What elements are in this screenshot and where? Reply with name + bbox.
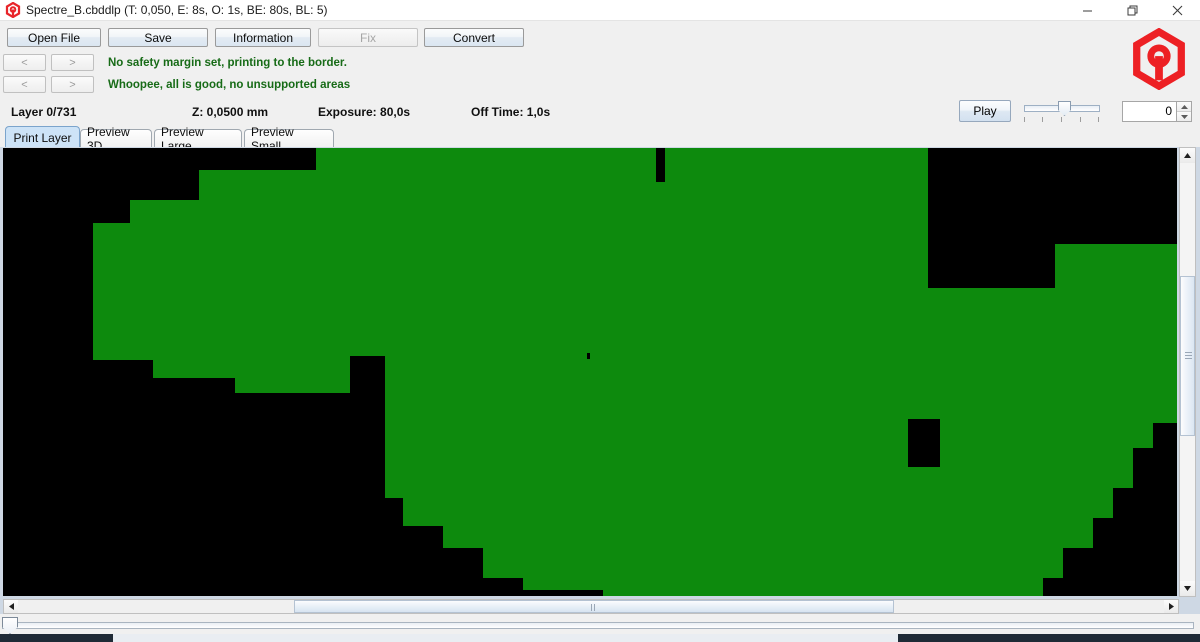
toolbar: Open File Save Information Fix Convert <… xyxy=(0,21,1200,99)
arrow-down-icon xyxy=(1184,586,1191,591)
restore-icon xyxy=(1127,5,1138,15)
layer-indicator: Layer 0/731 xyxy=(11,105,77,119)
next-issue-button[interactable]: > xyxy=(51,54,94,71)
scrollbar-grip-icon xyxy=(591,604,597,611)
spinner-up-button[interactable] xyxy=(1177,102,1191,112)
window-controls xyxy=(1065,0,1200,20)
previous-issue-button[interactable]: < xyxy=(3,54,46,71)
horizontal-scrollbar-thumb[interactable] xyxy=(294,600,894,613)
os-taskbar xyxy=(0,634,1200,642)
layer-position-slider-thumb[interactable] xyxy=(2,617,18,634)
arrow-right-icon xyxy=(1168,603,1174,610)
save-button[interactable]: Save xyxy=(108,28,208,47)
layer-canvas[interactable] xyxy=(3,148,1177,596)
fix-button[interactable]: Fix xyxy=(318,28,418,47)
app-logo-icon xyxy=(5,2,21,18)
chevron-up-icon xyxy=(1180,104,1188,109)
tab-preview-large[interactable]: Preview Large xyxy=(154,125,242,153)
viewport-vertical-scrollbar[interactable] xyxy=(1179,147,1196,597)
scroll-up-button[interactable] xyxy=(1180,148,1195,163)
z-height-indicator: Z: 0,0500 mm xyxy=(192,105,269,119)
layer-number-spinner-arrows xyxy=(1176,101,1192,122)
off-time-indicator: Off Time: 1,0s xyxy=(471,105,551,119)
minimize-button[interactable] xyxy=(1065,0,1110,20)
spinner-down-button[interactable] xyxy=(1177,112,1191,121)
play-button[interactable]: Play xyxy=(959,100,1011,122)
scroll-left-button[interactable] xyxy=(4,600,18,613)
convert-button[interactable]: Convert xyxy=(424,28,524,47)
exposure-indicator: Exposure: 80,0s xyxy=(318,105,411,119)
playback-speed-slider-thumb[interactable] xyxy=(1058,101,1071,116)
previous-support-button[interactable]: < xyxy=(3,76,46,93)
tab-preview-3d[interactable]: Preview 3D xyxy=(80,125,152,153)
layer-number-spinner[interactable]: 0 xyxy=(1122,101,1192,122)
layer-speck xyxy=(587,353,590,359)
scroll-down-button[interactable] xyxy=(1180,581,1195,596)
close-icon xyxy=(1172,5,1183,15)
application-window: Spectre_B.cbddlp (T: 0,050, E: 8s, O: 1s… xyxy=(0,0,1200,642)
information-button[interactable]: Information xyxy=(215,28,311,47)
layer-position-slider-track xyxy=(2,622,1194,629)
layer-info-bar: Layer 0/731 Z: 0,0500 mm Exposure: 80,0s… xyxy=(0,100,1200,125)
minimize-icon xyxy=(1083,10,1092,11)
layer-cross-section-graphic xyxy=(3,148,1177,596)
scroll-right-button[interactable] xyxy=(1164,600,1178,613)
taskbar-segment xyxy=(898,634,1200,642)
chevron-down-icon xyxy=(1180,114,1188,119)
window-title: Spectre_B.cbddlp (T: 0,050, E: 8s, O: 1s… xyxy=(26,3,328,17)
vertical-scrollbar-thumb[interactable] xyxy=(1180,276,1195,436)
tab-print-layer[interactable]: Print Layer xyxy=(5,126,80,148)
open-file-button[interactable]: Open File xyxy=(7,28,101,47)
viewport-horizontal-scrollbar[interactable] xyxy=(3,599,1179,614)
taskbar-segment xyxy=(0,634,113,642)
arrow-left-icon xyxy=(8,603,14,610)
playback-speed-slider[interactable] xyxy=(1022,99,1102,125)
layer-hole-island xyxy=(908,419,940,467)
tab-preview-small[interactable]: Preview Small xyxy=(244,125,334,153)
scrollbar-grip-icon xyxy=(1185,352,1192,360)
title-bar: Spectre_B.cbddlp (T: 0,050, E: 8s, O: 1s… xyxy=(0,0,1200,21)
arrow-up-icon xyxy=(1184,153,1191,158)
next-support-button[interactable]: > xyxy=(51,76,94,93)
unsupported-areas-message: Whoopee, all is good, no unsupported are… xyxy=(108,79,351,91)
playback-speed-slider-ticks xyxy=(1024,117,1100,123)
print-layer-viewport[interactable] xyxy=(0,147,1200,614)
layer-position-slider[interactable] xyxy=(0,616,1200,634)
layer-number-input[interactable]: 0 xyxy=(1122,101,1176,122)
restore-button[interactable] xyxy=(1110,0,1155,20)
close-button[interactable] xyxy=(1155,0,1200,20)
tab-strip: Print Layer Preview 3D Preview Large Pre… xyxy=(0,125,1200,153)
taskbar-active-window xyxy=(113,634,898,642)
layer-hole-top-notch xyxy=(656,148,665,182)
brand-logo-icon xyxy=(1133,28,1185,90)
safety-margin-message: No safety margin set, printing to the bo… xyxy=(108,57,347,69)
